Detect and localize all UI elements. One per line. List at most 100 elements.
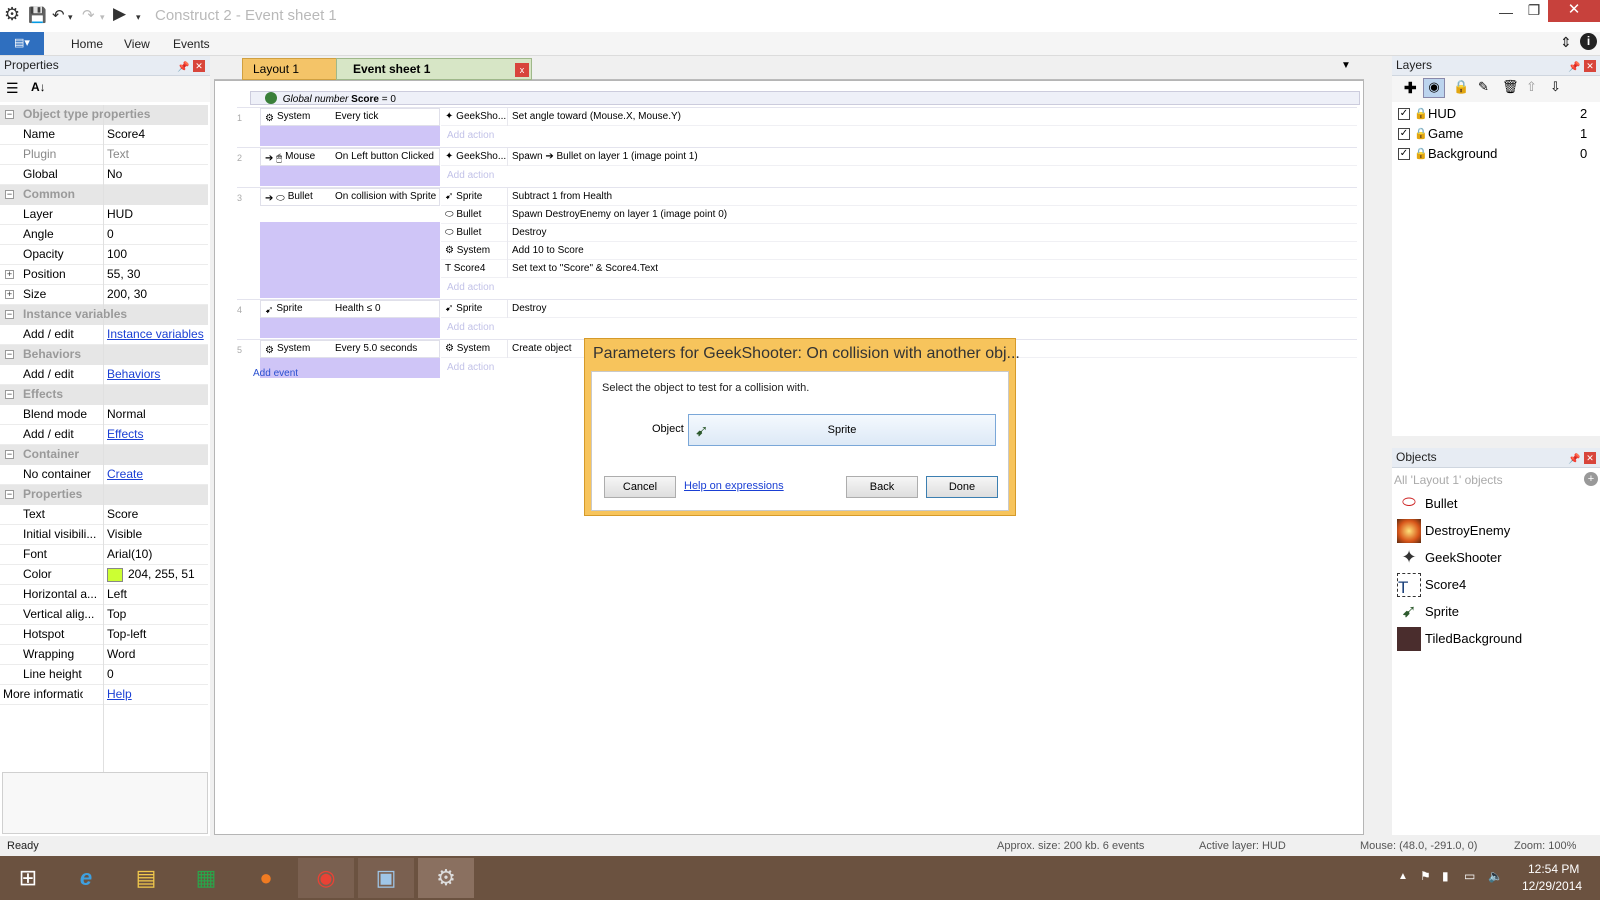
collapse-icon[interactable]: − bbox=[5, 450, 14, 459]
color-swatch[interactable] bbox=[107, 568, 123, 582]
property-category[interactable]: − Properties bbox=[0, 485, 208, 505]
condition-row[interactable]: ➔ 🖱 Mouse On Left button Clicked bbox=[260, 148, 440, 166]
eye-icon[interactable]: ◉ bbox=[1423, 78, 1445, 98]
condition-row[interactable]: ⚙ System Every 5.0 seconds bbox=[260, 340, 440, 358]
property-link[interactable]: Effects bbox=[107, 425, 143, 444]
property-link[interactable]: Behaviors bbox=[107, 365, 160, 384]
collapse-icon[interactable]: − bbox=[5, 310, 14, 319]
back-button[interactable]: Back bbox=[846, 476, 918, 498]
condition-row[interactable]: ➹ Sprite Health ≤ 0 bbox=[260, 300, 440, 318]
clock-time[interactable]: 12:54 PM bbox=[1528, 862, 1579, 876]
event-block[interactable]: 3 ➔ ⬭ Bullet On collision with Sprite ➹ Spri… bbox=[237, 187, 1357, 298]
collapse-icon[interactable]: − bbox=[5, 390, 14, 399]
condition-row[interactable]: ⚙ System Every tick bbox=[260, 108, 440, 126]
layer-visible-checkbox[interactable]: ✓ bbox=[1398, 128, 1410, 140]
action-row[interactable]: T Score4 Set text to "Score" & Score4.Tex… bbox=[441, 260, 1357, 278]
property-row[interactable]: + Position 55, 30 bbox=[0, 265, 208, 285]
action-row[interactable]: ⬭ Bullet Spawn DestroyEnemy on layer 1 (i… bbox=[441, 206, 1357, 224]
power-icon[interactable]: ▮ bbox=[1442, 869, 1449, 883]
pin-icon[interactable]: 📌 bbox=[1568, 450, 1580, 469]
property-category[interactable]: − Container bbox=[0, 445, 208, 465]
property-row[interactable]: Angle 0 bbox=[0, 225, 208, 245]
property-row[interactable]: Line height 0 bbox=[0, 665, 208, 685]
flag-icon[interactable]: ⚑ bbox=[1420, 869, 1431, 883]
property-row[interactable]: Add / edit Behaviors bbox=[0, 365, 208, 385]
add-action-link[interactable]: Add action bbox=[447, 321, 494, 335]
property-link[interactable]: Create bbox=[107, 465, 143, 484]
menu-home[interactable]: Home bbox=[71, 37, 103, 51]
expand-icon[interactable]: + bbox=[5, 270, 14, 279]
panel-close-icon[interactable]: ✕ bbox=[193, 60, 205, 72]
cancel-button[interactable]: Cancel bbox=[604, 476, 676, 498]
app-gear-icon[interactable]: ⚙ bbox=[4, 4, 20, 25]
network-icon[interactable]: ▭ bbox=[1464, 869, 1475, 883]
layer-visible-checkbox[interactable]: ✓ bbox=[1398, 148, 1410, 160]
firefox-icon[interactable]: ● bbox=[238, 858, 294, 898]
property-link[interactable]: Instance variables bbox=[107, 325, 204, 344]
control-panel-icon[interactable]: ▣ bbox=[358, 858, 414, 898]
property-category[interactable]: − Common bbox=[0, 185, 208, 205]
object-item[interactable]: DestroyEnemy bbox=[1392, 517, 1598, 544]
tab-close-icon[interactable]: x bbox=[515, 63, 529, 77]
property-row[interactable]: Hotspot Top-left bbox=[0, 625, 208, 645]
save-icon[interactable]: 💾 bbox=[28, 6, 47, 24]
layer-lock-icon[interactable]: 🔒 bbox=[1414, 104, 1428, 124]
file-menu-button[interactable]: ▤▾ bbox=[0, 32, 44, 55]
panel-close-icon[interactable]: ✕ bbox=[1584, 60, 1596, 72]
add-object-icon[interactable]: + bbox=[1584, 472, 1598, 486]
collapse-icon[interactable]: − bbox=[5, 350, 14, 359]
ribbon-collapse-icon[interactable]: ⇕ bbox=[1560, 34, 1572, 51]
property-row[interactable]: Font Arial(10) bbox=[0, 545, 208, 565]
property-row[interactable]: Blend mode Normal bbox=[0, 405, 208, 425]
add-action-link[interactable]: Add action bbox=[447, 281, 494, 295]
undo-icon[interactable]: ↶ bbox=[52, 6, 65, 24]
property-row[interactable]: Add / edit Instance variables bbox=[0, 325, 208, 345]
property-category[interactable]: − Behaviors bbox=[0, 345, 208, 365]
redo-icon[interactable]: ↷ bbox=[82, 6, 95, 24]
layer-visible-checkbox[interactable]: ✓ bbox=[1398, 108, 1410, 120]
help-on-expressions-link[interactable]: Help on expressions bbox=[684, 480, 784, 492]
object-item[interactable]: TiledBackground bbox=[1392, 625, 1598, 652]
global-variable[interactable]: Global number Score = 0 bbox=[250, 91, 1360, 105]
expand-icon[interactable]: + bbox=[5, 290, 14, 299]
property-row[interactable]: + Size 200, 30 bbox=[0, 285, 208, 305]
action-row[interactable]: ✦ GeekSho... Set angle toward (Mouse.X, M… bbox=[441, 108, 1357, 126]
lock-icon[interactable]: 🔒 bbox=[1453, 79, 1469, 95]
event-block[interactable]: 4 ➹ Sprite Health ≤ 0 ➹ Sprite Destroy Add act… bbox=[237, 299, 1357, 338]
edit-icon[interactable]: ✎ bbox=[1478, 79, 1489, 95]
condition-row[interactable]: ➔ ⬭ Bullet On collision with Sprite bbox=[260, 188, 440, 206]
object-item[interactable]: ⬭ Bullet bbox=[1392, 490, 1598, 517]
add-event-link[interactable]: Add event bbox=[253, 368, 298, 379]
property-link[interactable]: Help bbox=[107, 685, 132, 704]
property-row[interactable]: Color 204, 255, 51 bbox=[0, 565, 208, 585]
store-icon[interactable]: ▦ bbox=[178, 858, 234, 898]
layer-lock-icon[interactable]: 🔒 bbox=[1414, 144, 1428, 164]
property-row[interactable]: Name Score4 bbox=[0, 125, 208, 145]
construct2-icon[interactable]: ⚙ bbox=[418, 858, 474, 898]
tabs-dropdown-icon[interactable]: ▼ bbox=[1341, 60, 1351, 71]
sort-alpha-icon[interactable]: A↓ bbox=[31, 80, 46, 94]
file-explorer-icon[interactable]: ▤ bbox=[118, 858, 174, 898]
close-button[interactable]: ✕ bbox=[1548, 0, 1600, 22]
run-icon[interactable]: ▶ bbox=[113, 4, 126, 24]
info-icon[interactable]: i bbox=[1580, 33, 1597, 50]
property-row[interactable]: More information Help bbox=[0, 685, 208, 705]
object-item[interactable]: ➹ Sprite bbox=[1392, 598, 1598, 625]
event-block[interactable]: 2 ➔ 🖱 Mouse On Left button Clicked ✦ GeekSho… bbox=[237, 147, 1357, 186]
property-category[interactable]: − Effects bbox=[0, 385, 208, 405]
property-row[interactable]: Opacity 100 bbox=[0, 245, 208, 265]
property-row[interactable]: Layer HUD bbox=[0, 205, 208, 225]
property-category[interactable]: − Object type properties bbox=[0, 105, 208, 125]
panel-close-icon[interactable]: ✕ bbox=[1584, 452, 1596, 464]
add-action-link[interactable]: Add action bbox=[447, 361, 494, 375]
tray-expand-icon[interactable]: ▲ bbox=[1398, 871, 1408, 882]
property-row[interactable]: Global No bbox=[0, 165, 208, 185]
move-up-icon[interactable]: ⇧ bbox=[1526, 79, 1537, 95]
menu-view[interactable]: View bbox=[124, 37, 150, 51]
action-row[interactable]: ⚙ System Add 10 to Score bbox=[441, 242, 1357, 260]
delete-icon[interactable]: 🗑 bbox=[1502, 79, 1519, 95]
collapse-icon[interactable]: − bbox=[5, 190, 14, 199]
quick-access-dropdown-icon[interactable]: ▾ bbox=[136, 12, 141, 23]
property-row[interactable]: Wrapping Word bbox=[0, 645, 208, 665]
layer-row[interactable]: ✓ 🔒 Background 0 bbox=[1392, 144, 1598, 164]
